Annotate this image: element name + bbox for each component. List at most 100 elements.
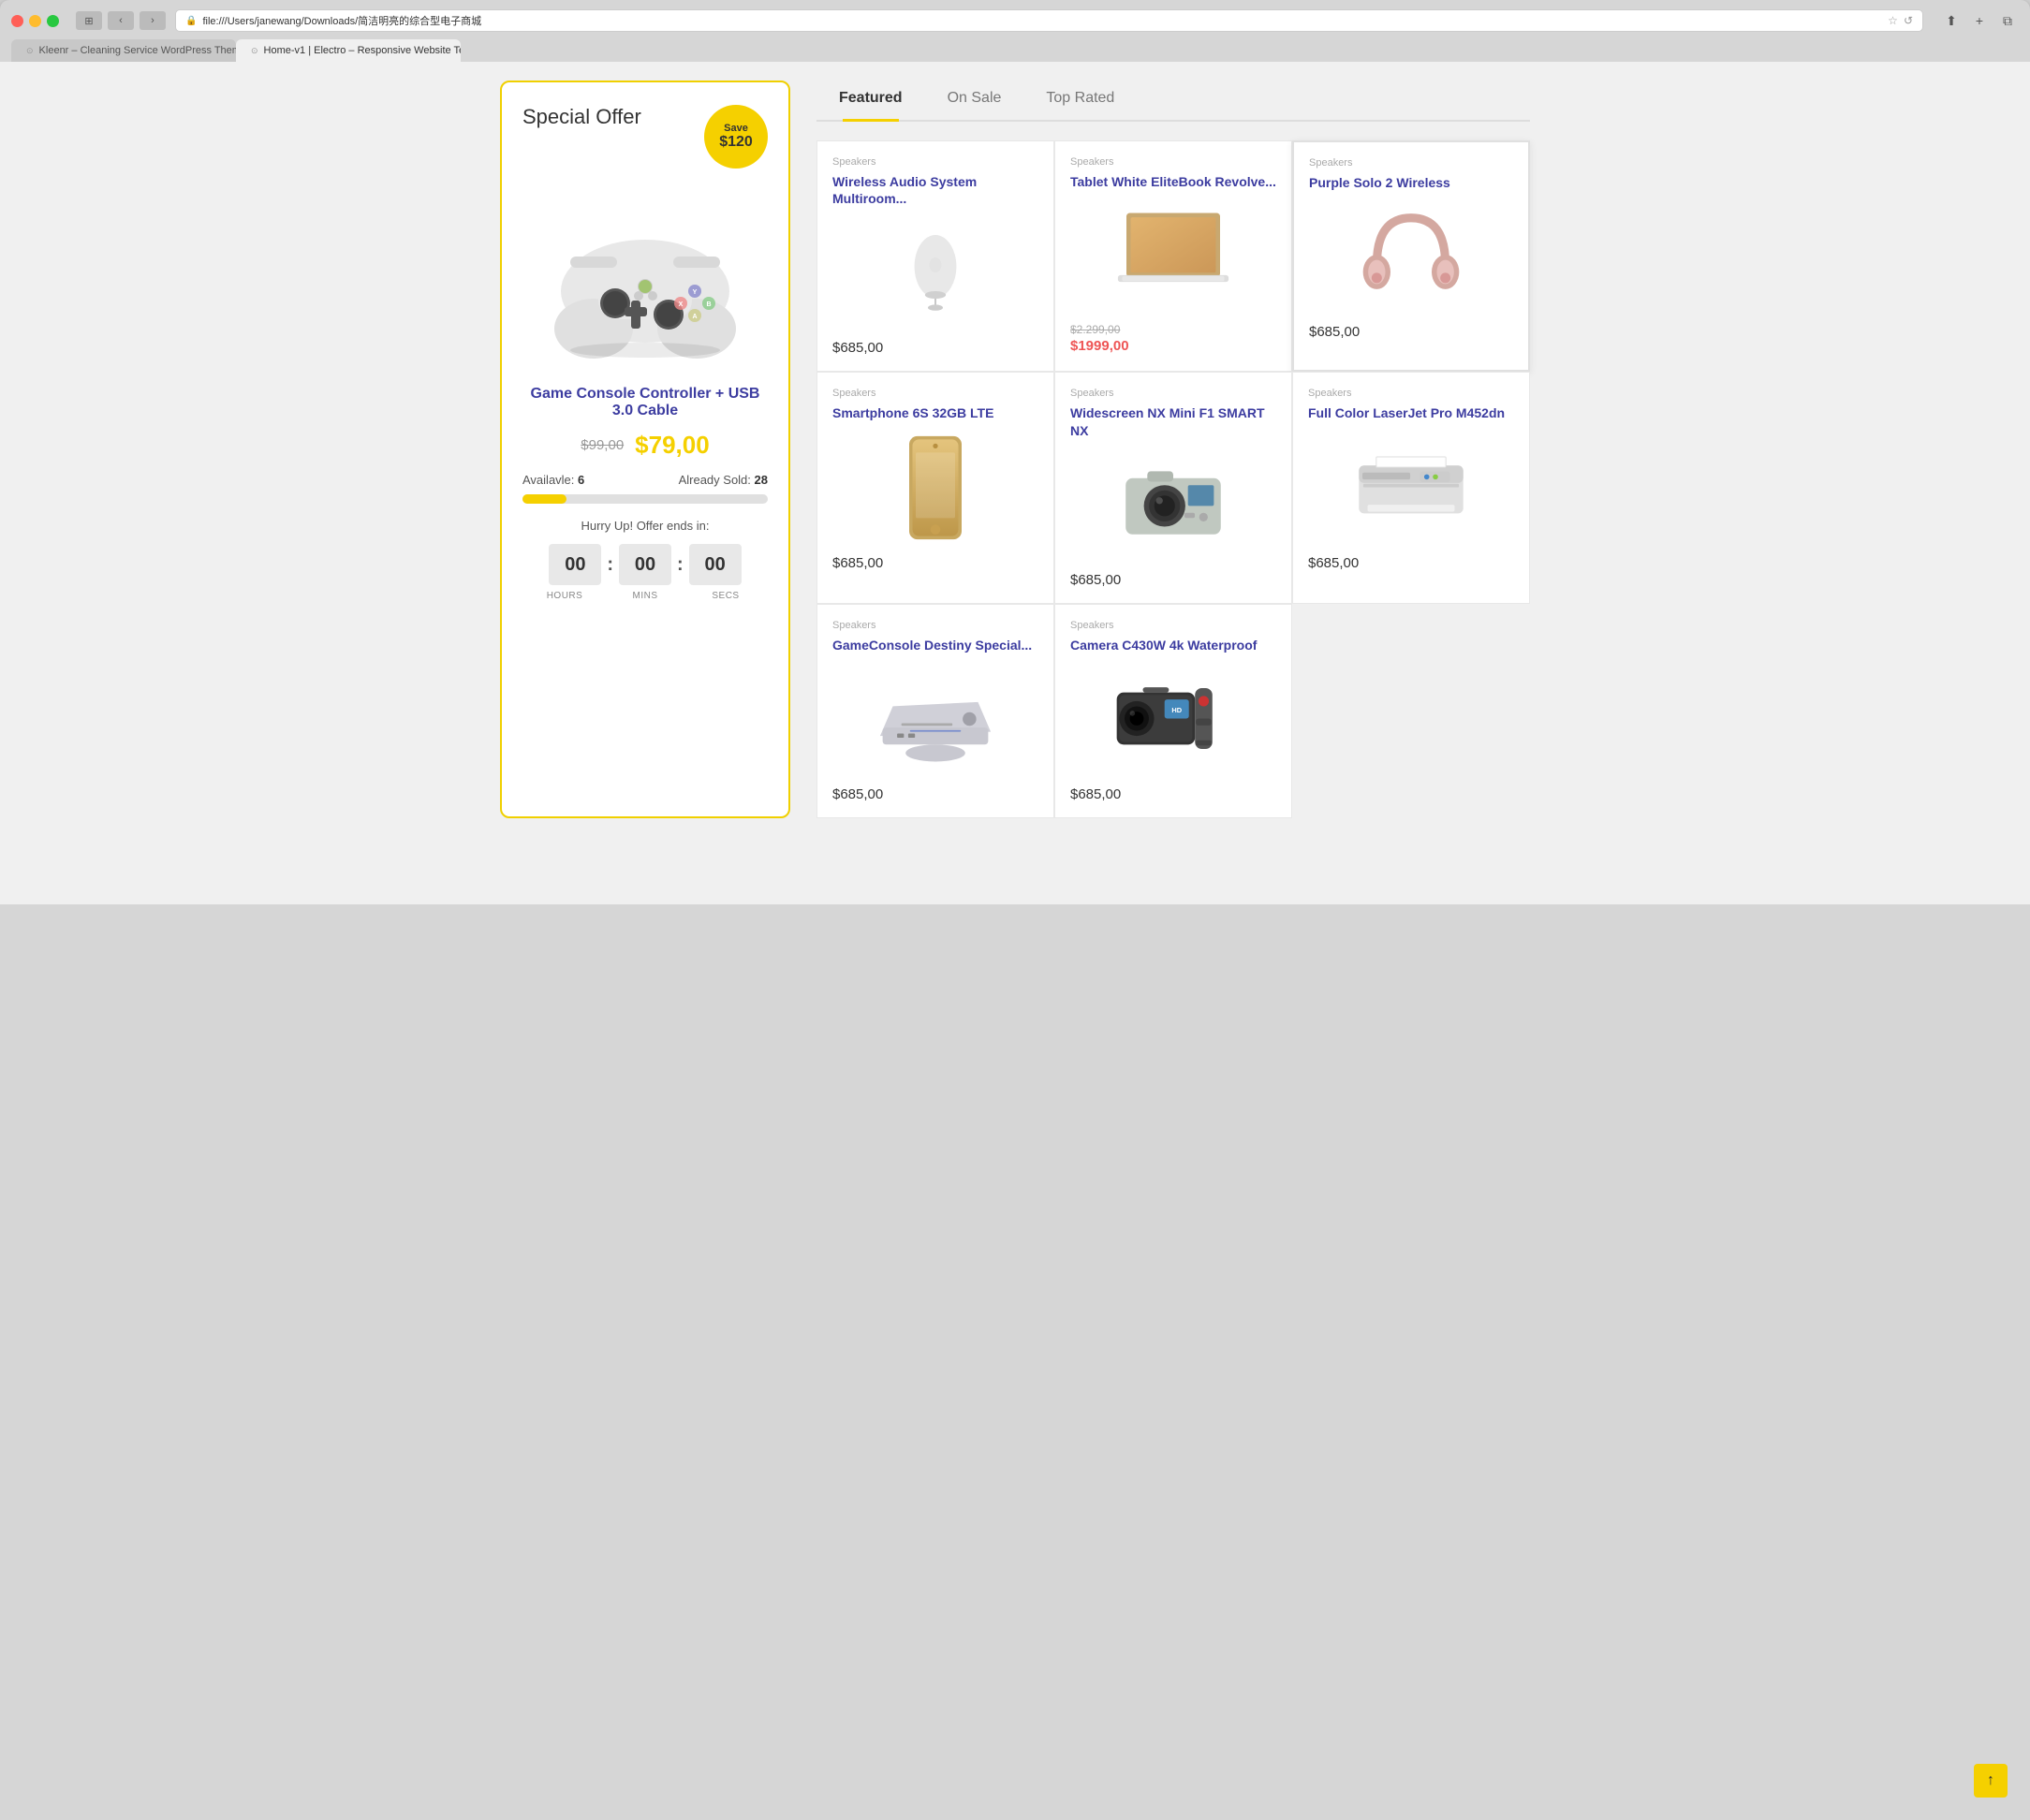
maximize-window-button[interactable] [47,15,59,27]
special-offer-header: Special Offer Save $120 [522,105,768,169]
refresh-icon[interactable]: ↺ [1904,14,1913,27]
product-category-3: Speakers [1309,157,1513,169]
product-image-2 [1070,199,1276,312]
nav-controls[interactable]: ⊞ ‹ › [76,11,166,30]
tab-label-1: Kleenr – Cleaning Service WordPress Them… [39,45,236,56]
back-to-top-button[interactable]: ↑ [1974,1764,2008,1798]
mins-label: MINS [619,591,671,601]
minimize-window-button[interactable] [29,15,41,27]
products-panel: Featured On Sale Top Rated Speakers Wire… [816,81,1530,818]
new-tab-button[interactable]: + [1968,9,1991,32]
lock-icon: 🔒 [185,16,197,26]
product-card-5[interactable]: Speakers Widescreen NX Mini F1 SMART NX [1054,372,1292,603]
hours-label: HOURS [538,591,591,601]
special-offer-product-image: Y B X A [522,183,768,371]
back-button[interactable]: ‹ [108,11,134,30]
offer-ends-text: Hurry Up! Offer ends in: [581,519,709,533]
bookmark-icon: ☆ [1888,14,1898,27]
stock-info-row: Availavle: 6 Already Sold: 28 [522,473,768,487]
address-text: file:///Users/janewang/Downloads/简洁明亮的综合… [202,13,481,28]
tab-favicon-1: ⊙ [26,46,34,56]
product-card-1[interactable]: Speakers Wireless Audio System Multiroom… [816,140,1054,372]
product-image-7 [832,663,1038,775]
product-image-1 [832,216,1038,329]
product-price-4: $685,00 [832,555,1038,571]
browser-tab-1[interactable]: ⊙ Kleenr – Cleaning Service WordPress Th… [11,39,236,62]
browser-chrome: ⊞ ‹ › 🔒 file:///Users/janewang/Downloads… [0,0,2030,62]
svg-text:Y: Y [693,289,698,296]
sold-label: Already Sold: 28 [679,473,768,487]
product-card-6[interactable]: Speakers Full Color LaserJet Pro M452dn [1292,372,1530,603]
product-image-5 [1070,448,1276,561]
forward-button[interactable]: › [140,11,166,30]
secs-label: SECS [699,591,752,601]
share-button[interactable]: ⬆ [1940,9,1963,32]
save-badge-amount: $120 [719,134,753,151]
tab-on-sale[interactable]: On Sale [925,81,1024,120]
tab-label-2: Home-v1 | Electro – Responsive Website T… [264,45,461,56]
stock-progress-bar [522,494,768,504]
product-card-8[interactable]: Speakers Camera C430W 4k Waterproof [1054,604,1292,818]
product-image-3 [1309,200,1513,313]
product-card-7[interactable]: Speakers GameConsole Destiny Special... [816,604,1054,818]
product-category-7: Speakers [832,620,1038,631]
save-badge-label: Save [724,123,748,134]
product-card-4[interactable]: Speakers Smartphone 6S 32GB LTE [816,372,1054,603]
countdown-labels: HOURS MINS SECS [522,591,768,601]
product-image-8: HD [1070,663,1276,775]
product-card-2[interactable]: Speakers Tablet White EliteBook Revolve.… [1054,140,1292,372]
product-price-1: $685,00 [832,340,1038,356]
browser-action-buttons[interactable]: ⬆ + ⧉ [1940,9,2019,32]
window-controls[interactable] [11,15,59,27]
product-tabs: Featured On Sale Top Rated [816,81,1530,122]
product-title-2: Tablet White EliteBook Revolve... [1070,173,1276,190]
special-offer-product-name: Game Console Controller + USB 3.0 Cable [522,386,768,419]
product-original-price-2: $2.299,00 [1070,323,1276,336]
countdown-timer: 00 : 00 : 00 [549,544,741,585]
arrow-up-icon: ↑ [1987,1772,1994,1789]
mins-display: 00 [619,544,671,585]
browser-tab-2[interactable]: ⊙ Home-v1 | Electro – Responsive Website… [236,39,461,62]
special-offer-sale-price: $79,00 [635,431,710,460]
address-bar[interactable]: 🔒 file:///Users/janewang/Downloads/简洁明亮的… [175,9,1923,32]
product-category-4: Speakers [832,388,1038,399]
product-title-3: Purple Solo 2 Wireless [1309,174,1513,191]
special-offer-price-row: $99,00 $79,00 [581,431,709,460]
special-offer-original-price: $99,00 [581,437,624,453]
page-content: Special Offer Save $120 [0,62,2030,904]
product-category-6: Speakers [1308,388,1514,399]
product-title-6: Full Color LaserJet Pro M452dn [1308,404,1514,421]
product-image-4 [832,432,1038,544]
product-category-8: Speakers [1070,620,1276,631]
product-image-6 [1308,432,1514,544]
product-price-6: $685,00 [1308,555,1514,571]
tab-featured[interactable]: Featured [816,81,925,120]
products-grid: Speakers Wireless Audio System Multiroom… [816,140,1530,818]
main-layout: Special Offer Save $120 [500,81,1530,818]
product-title-5: Widescreen NX Mini F1 SMART NX [1070,404,1276,438]
product-price-8: $685,00 [1070,786,1276,802]
hours-display: 00 [549,544,601,585]
product-title-1: Wireless Audio System Multiroom... [832,173,1038,207]
product-price-3: $685,00 [1309,324,1513,340]
secs-display: 00 [689,544,742,585]
product-category-2: Speakers [1070,156,1276,168]
tab-favicon-2: ⊙ [251,46,258,56]
product-title-8: Camera C430W 4k Waterproof [1070,637,1276,653]
available-label: Availavle: 6 [522,473,584,487]
save-badge: Save $120 [704,105,768,169]
tabs-overview-button[interactable]: ⧉ [1996,9,2019,32]
browser-tabs: ⊙ Kleenr – Cleaning Service WordPress Th… [11,39,2019,62]
product-price-7: $685,00 [832,786,1038,802]
sidebar-toggle-button[interactable]: ⊞ [76,11,102,30]
product-card-3[interactable]: Speakers Purple Solo 2 Wireless [1292,140,1530,372]
available-count: 6 [578,473,584,487]
special-offer-title: Special Offer [522,105,641,129]
product-category-5: Speakers [1070,388,1276,399]
svg-text:X: X [679,301,684,308]
close-window-button[interactable] [11,15,23,27]
countdown-sep-1: : [607,554,613,576]
product-category-1: Speakers [832,156,1038,168]
tab-top-rated[interactable]: Top Rated [1023,81,1137,120]
countdown-sep-2: : [677,554,684,576]
